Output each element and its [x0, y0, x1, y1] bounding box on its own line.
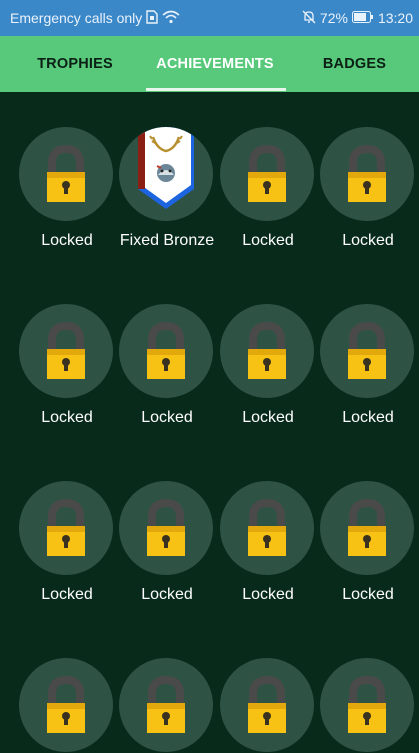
- locked-badge: [320, 481, 414, 575]
- achievement-item[interactable]: Locked: [17, 446, 117, 603]
- lock-icon: [147, 499, 185, 556]
- achievement-item[interactable]: Locked: [318, 92, 418, 249]
- lock-icon: [147, 676, 185, 733]
- locked-badge: [220, 481, 314, 575]
- achievement-item[interactable]: Locked: [117, 446, 217, 603]
- lock-icon: [47, 322, 85, 379]
- achievement-label: Locked: [342, 232, 394, 249]
- tab-bar: TROPHIES ACHIEVEMENTS BADGES: [0, 36, 419, 92]
- locked-badge: [320, 127, 414, 221]
- achievement-label: Locked: [342, 586, 394, 603]
- achievement-item[interactable]: Locked: [218, 446, 318, 603]
- achievement-item[interactable]: [17, 623, 117, 753]
- achievement-item[interactable]: Locked: [117, 269, 217, 426]
- locked-badge: [19, 304, 113, 398]
- achievement-item[interactable]: [117, 623, 217, 753]
- lock-icon: [47, 499, 85, 556]
- tab-trophies[interactable]: TROPHIES: [0, 36, 150, 92]
- lock-icon: [47, 676, 85, 733]
- clock-time: 13:20: [377, 10, 413, 26]
- battery-icon: [351, 10, 374, 26]
- locked-badge: [119, 304, 213, 398]
- locked-badge: [19, 127, 113, 221]
- locked-badge: [119, 481, 213, 575]
- bronze-medal-icon: [138, 127, 194, 209]
- tab-achievements[interactable]: ACHIEVEMENTS: [140, 36, 290, 92]
- status-bar-left: Emergency calls only: [10, 9, 180, 27]
- achievement-item[interactable]: Locked: [218, 92, 318, 249]
- lock-icon: [248, 145, 286, 202]
- achievement-item[interactable]: Locked: [318, 269, 418, 426]
- lock-icon: [348, 322, 386, 379]
- lock-icon: [348, 499, 386, 556]
- achievement-item[interactable]: Locked: [318, 446, 418, 603]
- achievement-item[interactable]: Locked: [17, 92, 117, 249]
- lock-icon: [47, 145, 85, 202]
- tab-selected-indicator: [146, 88, 286, 91]
- locked-badge: [220, 658, 314, 752]
- locked-badge: [220, 127, 314, 221]
- lock-icon: [248, 499, 286, 556]
- locked-badge: [19, 481, 113, 575]
- status-bar: Emergency calls only 72% 13:20: [0, 0, 419, 36]
- locked-badge: [220, 304, 314, 398]
- locked-badge: [119, 658, 213, 752]
- lock-icon: [348, 676, 386, 733]
- locked-badge: [320, 658, 414, 752]
- locked-badge: [320, 304, 414, 398]
- achievement-label: Locked: [342, 409, 394, 426]
- tab-badges[interactable]: BADGES: [290, 36, 419, 92]
- achievement-item[interactable]: [218, 623, 318, 753]
- achievement-badge: [119, 127, 213, 221]
- lock-icon: [248, 676, 286, 733]
- carrier-text: Emergency calls only: [10, 10, 143, 26]
- mute-icon: [302, 10, 316, 27]
- achievement-item[interactable]: Locked: [218, 269, 318, 426]
- lock-icon: [248, 322, 286, 379]
- achievement-item[interactable]: Fixed Bronze: [117, 92, 217, 249]
- sim-icon: [146, 9, 158, 27]
- locked-badge: [19, 658, 113, 752]
- status-bar-right: 72% 13:20: [302, 10, 413, 27]
- achievements-grid: Locked Fixed Bronze Locked Locked Locked…: [0, 92, 419, 752]
- lock-icon: [348, 145, 386, 202]
- lock-icon: [147, 322, 185, 379]
- achievement-item[interactable]: Locked: [17, 269, 117, 426]
- achievement-item[interactable]: [318, 623, 418, 753]
- wifi-icon: [162, 10, 180, 27]
- battery-percent: 72%: [319, 10, 348, 26]
